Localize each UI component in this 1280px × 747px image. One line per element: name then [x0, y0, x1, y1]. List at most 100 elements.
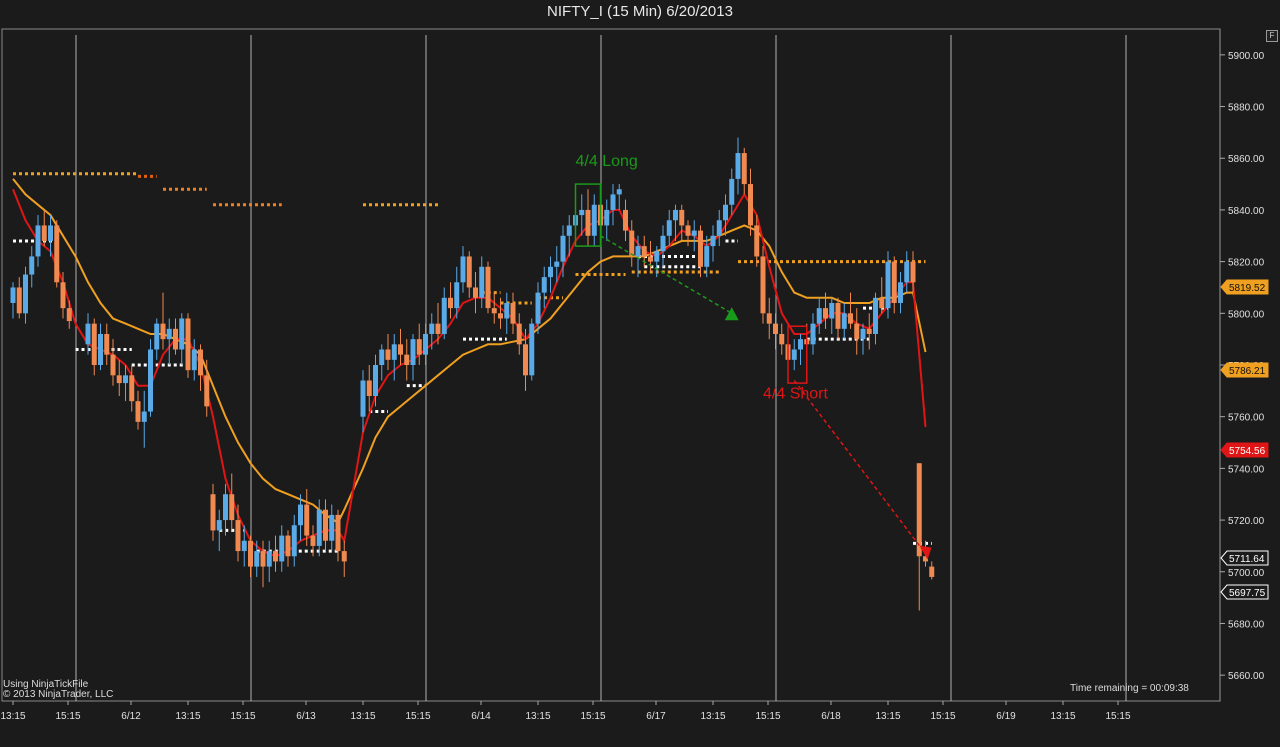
format-button[interactable]: F — [1266, 30, 1278, 42]
candle-body — [379, 349, 385, 365]
candle-body — [535, 292, 541, 324]
candle-body — [48, 225, 53, 241]
price-marker-label: 5819.52 — [1229, 283, 1266, 294]
candle-body — [873, 297, 878, 334]
copyright-label: © 2013 NinjaTrader, LLC — [3, 689, 114, 700]
price-marker-label: 5754.56 — [1229, 446, 1266, 457]
candle-body — [810, 323, 816, 345]
x-tick-label: 6/14 — [471, 711, 491, 722]
candle-body — [541, 277, 547, 293]
price-marker: 5786.21 — [1220, 362, 1269, 378]
candle-body — [829, 302, 835, 319]
candle-body — [604, 209, 610, 226]
candle-body — [691, 230, 697, 236]
candle-body — [641, 246, 647, 257]
candle-body — [373, 365, 378, 397]
candle-body — [235, 520, 241, 552]
signal-annotation: 4/4 Long — [576, 153, 638, 170]
candle-body — [41, 225, 47, 241]
x-tick-label: 6/12 — [121, 711, 141, 722]
candle-body — [760, 256, 766, 314]
candle-body — [454, 282, 460, 309]
candle-body — [110, 354, 116, 376]
candle-body — [54, 225, 60, 283]
candle-body — [316, 509, 322, 546]
candle-body — [416, 339, 422, 355]
candle-body — [841, 313, 847, 329]
price-marker: 5819.52 — [1220, 279, 1269, 295]
candle-body — [685, 225, 691, 236]
candle-body — [741, 153, 747, 185]
candle-body — [866, 328, 872, 334]
candle-body — [623, 209, 628, 231]
candle-body — [285, 535, 291, 557]
x-tick-label: 13:15 — [175, 711, 200, 722]
candle-body — [504, 302, 510, 319]
x-tick-label: 6/13 — [296, 711, 316, 722]
price-marker-label: 5711.64 — [1229, 554, 1265, 565]
candle-body — [835, 302, 841, 329]
candle-body — [129, 375, 135, 402]
candle-body — [591, 204, 597, 236]
candle-body — [329, 514, 335, 541]
candle-body — [648, 256, 653, 262]
candle — [185, 313, 191, 378]
candle-body — [579, 209, 585, 216]
x-tick-label: 13:15 — [875, 711, 900, 722]
candle-body — [216, 520, 222, 531]
candle-body — [148, 349, 153, 412]
candle-body — [341, 551, 347, 562]
y-tick-label: 5740.00 — [1228, 464, 1265, 475]
candle-body — [698, 230, 703, 267]
candle-body — [404, 354, 410, 365]
x-tick-label: 15:15 — [1105, 711, 1130, 722]
candle-body — [466, 256, 472, 288]
candle-body — [16, 287, 22, 314]
candle-body — [616, 189, 622, 195]
candle-body — [279, 535, 285, 562]
candle-body — [479, 266, 485, 298]
candle-body — [323, 509, 328, 541]
candle-body — [823, 308, 828, 319]
price-chart[interactable]: 5660.00 5680.00 5700.00 5720.00 5740.00 5760.… — [0, 0, 1280, 747]
candle-body — [198, 349, 203, 376]
candle-body — [929, 566, 935, 577]
candle-body — [448, 297, 453, 309]
plot-frame — [1, 28, 1221, 702]
candle — [529, 318, 535, 381]
candle-body — [210, 494, 216, 531]
y-tick-label: 5720.00 — [1228, 516, 1265, 527]
candle-body — [460, 256, 466, 283]
candle-body — [10, 287, 16, 303]
candle-body — [260, 551, 266, 567]
candle-body — [123, 375, 128, 384]
candle — [760, 246, 766, 324]
candle-body — [366, 380, 372, 397]
y-tick-label: 5900.00 — [1228, 51, 1265, 62]
candle-body — [98, 333, 103, 365]
candle — [54, 220, 60, 288]
candle-body — [385, 349, 391, 360]
candle-body — [204, 375, 210, 407]
y-tick-label: 5820.00 — [1228, 258, 1265, 269]
candle-body — [679, 209, 685, 226]
candle-body — [904, 261, 910, 283]
candle-body — [91, 323, 97, 365]
candle-body — [654, 251, 660, 262]
candle-body — [273, 551, 278, 562]
price-marker-label: 5786.21 — [1229, 366, 1266, 377]
candle-body — [854, 323, 860, 340]
candle-body — [266, 551, 272, 567]
candle-body — [485, 266, 491, 309]
price-marker-label: 5697.75 — [1229, 588, 1266, 599]
candle-body — [298, 504, 303, 526]
candle — [485, 261, 491, 314]
candle-body — [723, 204, 728, 221]
time-remaining-label: Time remaining = 00:09:38 — [1070, 683, 1189, 694]
candle — [148, 339, 153, 417]
price-marker: 5711.64 — [1220, 550, 1269, 566]
candle-body — [548, 266, 553, 278]
candle-body — [491, 308, 497, 314]
candle-body — [23, 274, 28, 314]
candle-body — [473, 287, 478, 298]
